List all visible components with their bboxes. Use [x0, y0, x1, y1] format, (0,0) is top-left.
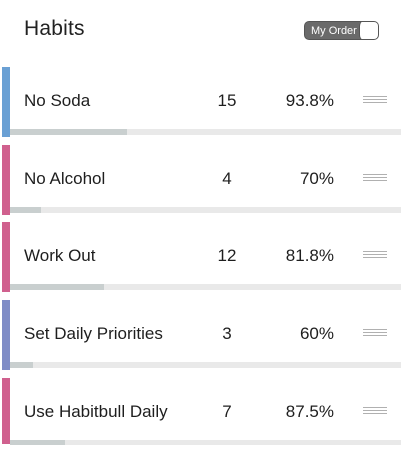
habit-percent: 81.8%	[285, 246, 334, 265]
habit-count: 4	[222, 169, 232, 188]
toggle-label: My Order	[311, 24, 357, 37]
habit-progress-fill	[10, 440, 65, 445]
drag-handle-icon[interactable]	[363, 407, 387, 417]
habit-name: Work Out	[24, 246, 96, 265]
habit-name: Use Habitbull Daily	[24, 402, 168, 421]
habit-progress-fill	[10, 284, 104, 290]
drag-handle-icon[interactable]	[363, 96, 387, 106]
habit-progress-track	[10, 362, 401, 368]
habit-progress-fill	[10, 129, 128, 135]
habit-progress-track	[10, 440, 401, 445]
habit-count: 12	[217, 246, 237, 265]
habit-color-stripe	[2, 145, 10, 215]
habit-percent: 87.5%	[285, 402, 334, 421]
habit-percent: 60%	[299, 324, 334, 343]
habit-progress-fill	[10, 207, 42, 213]
habit-row[interactable]: Set Daily Priorities 3 60%	[0, 300, 401, 370]
drag-handle-icon[interactable]	[363, 329, 387, 339]
drag-handle-icon[interactable]	[363, 174, 387, 184]
habit-count: 15	[217, 91, 237, 110]
habit-row[interactable]: Work Out 12 81.8%	[0, 222, 401, 292]
drag-handle-icon[interactable]	[363, 251, 387, 261]
habit-name: No Alcohol	[24, 169, 106, 188]
habit-name: Set Daily Priorities	[24, 324, 163, 343]
habit-progress-track	[10, 284, 401, 290]
habit-percent: 93.8%	[285, 91, 334, 110]
habit-progress-fill	[10, 362, 34, 368]
habit-color-stripe	[2, 67, 10, 137]
header: Habits My Order	[0, 0, 401, 62]
habit-count: 7	[222, 402, 232, 421]
habit-percent: 70%	[299, 169, 334, 188]
habit-progress-track	[10, 129, 401, 135]
habit-color-stripe	[2, 222, 10, 292]
habit-name: No Soda	[24, 91, 91, 110]
my-order-toggle[interactable]: My Order	[304, 21, 379, 40]
toggle-knob[interactable]	[359, 22, 378, 39]
habit-row[interactable]: Use Habitbull Daily 7 87.5%	[0, 378, 401, 445]
habit-color-stripe	[2, 378, 10, 444]
habit-progress-track	[10, 207, 401, 213]
page-title: Habits	[24, 17, 85, 40]
habit-row[interactable]: No Soda 15 93.8%	[0, 67, 401, 137]
habit-color-stripe	[2, 300, 10, 370]
habit-count: 3	[222, 324, 232, 343]
habit-row[interactable]: No Alcohol 4 70%	[0, 145, 401, 215]
